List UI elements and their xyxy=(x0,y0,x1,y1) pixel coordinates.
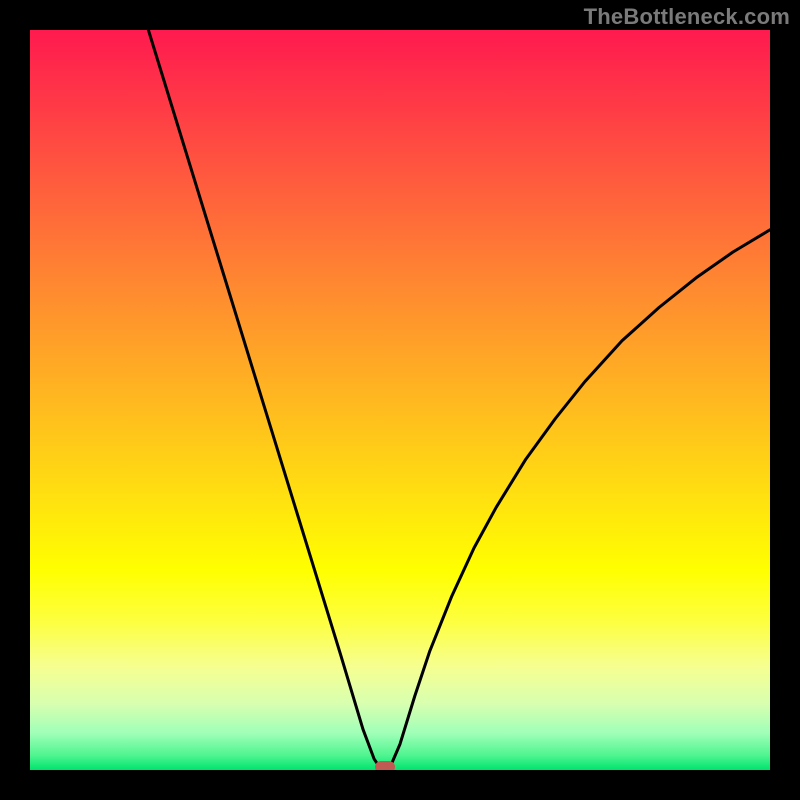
bottleneck-curve xyxy=(30,30,770,770)
chart-frame: TheBottleneck.com xyxy=(0,0,800,800)
plot-area xyxy=(30,30,770,770)
watermark-text: TheBottleneck.com xyxy=(584,4,790,30)
optimal-marker xyxy=(375,761,395,770)
